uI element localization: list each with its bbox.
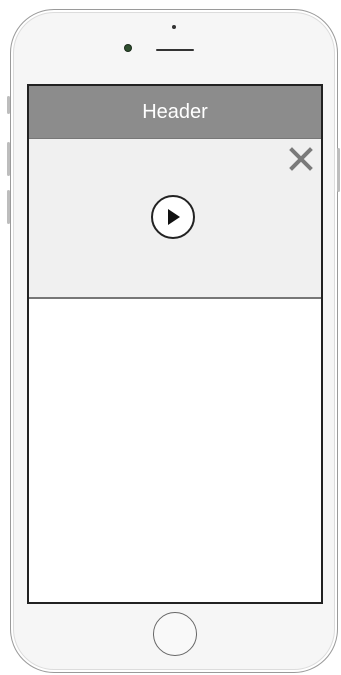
app-header: Header xyxy=(29,86,321,139)
volume-up-button xyxy=(7,142,10,176)
media-panel xyxy=(29,139,321,299)
front-camera xyxy=(125,45,131,51)
content-area xyxy=(29,299,321,602)
mute-switch xyxy=(7,96,10,114)
volume-down-button xyxy=(7,190,10,224)
power-button xyxy=(337,148,340,192)
close-icon xyxy=(289,147,313,171)
home-button[interactable] xyxy=(153,612,197,656)
header-title: Header xyxy=(142,100,208,123)
proximity-sensor xyxy=(172,25,176,29)
earpiece-speaker xyxy=(156,49,194,51)
play-button[interactable] xyxy=(151,195,195,239)
play-icon xyxy=(168,209,180,225)
phone-screen: Header xyxy=(27,84,323,604)
phone-mockup: Header xyxy=(0,0,341,675)
close-button[interactable] xyxy=(286,144,316,174)
